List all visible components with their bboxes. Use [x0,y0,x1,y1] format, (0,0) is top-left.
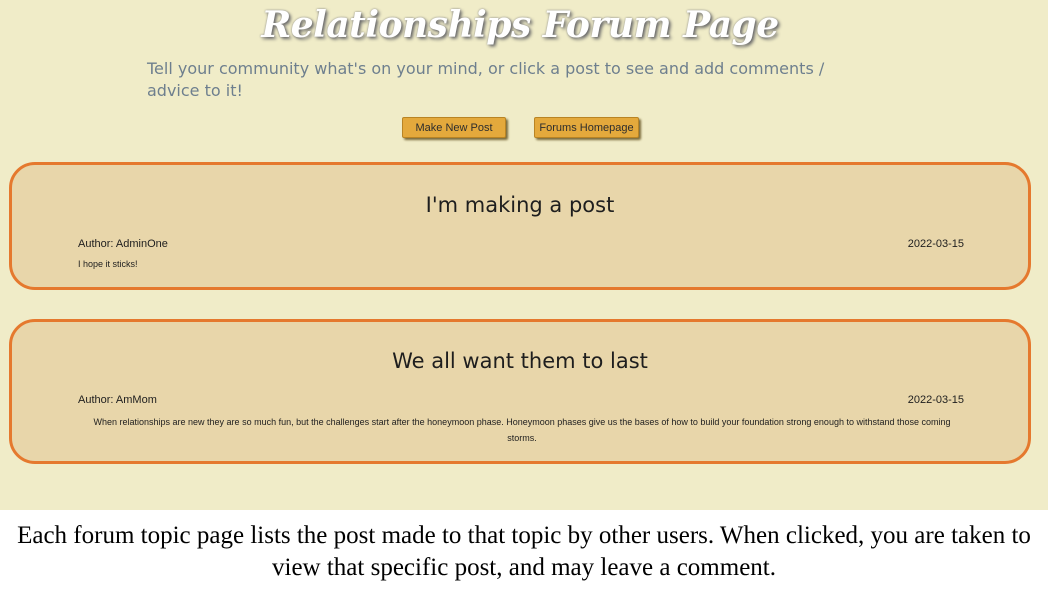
post-body: I hope it sticks! [78,259,138,269]
page-subtitle: Tell your community what's on your mind,… [147,59,825,100]
post-date: 2022-03-15 [907,238,964,250]
post-body: When relationships are new they are so m… [93,417,951,443]
page-title: Relationships Forum Page [261,4,779,46]
figure-caption: Each forum topic page lists the post mad… [17,522,1031,581]
forums-homepage-button[interactable]: Forums Homepage [534,117,639,138]
post-card[interactable]: We all want them to last Author: AmMom 2… [9,319,1031,464]
post-author: Author: AmMom [78,394,157,406]
post-date: 2022-03-15 [907,394,964,406]
post-title: We all want them to last [392,349,648,373]
post-card[interactable]: I'm making a post Author: AdminOne 2022-… [9,162,1031,290]
forum-page: Relationships Forum Page Tell your commu… [0,0,1048,510]
make-new-post-button[interactable]: Make New Post [402,117,506,138]
post-author: Author: AdminOne [78,238,168,250]
post-title: I'm making a post [425,193,615,217]
